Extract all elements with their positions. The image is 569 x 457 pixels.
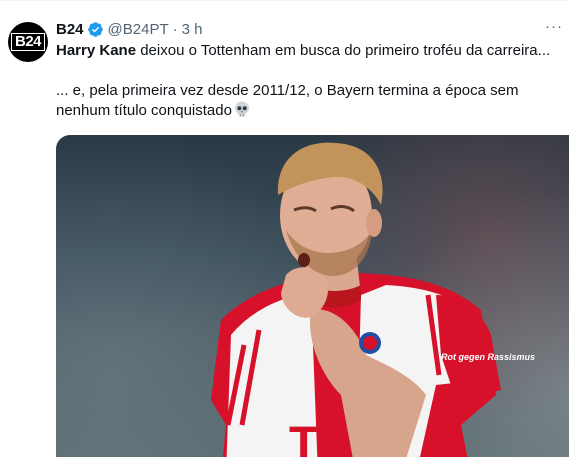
player-illustration: T Rot gegen Rassismus [211, 142, 535, 457]
more-options-icon[interactable]: ··· [545, 18, 563, 35]
tweet-line-1: Harry Kane deixou o Tottenham em busca d… [56, 41, 569, 61]
tweet-timestamp[interactable]: 3 h [182, 21, 203, 38]
sleeve-text: Rot gegen Rassismus [441, 352, 535, 362]
avatar-logo-text: B24 [10, 33, 46, 51]
tweet-line-2: ... e, pela primeira vez desde 2011/12, … [56, 81, 569, 124]
tweet-media-photo[interactable]: T Rot gegen Rassismus [56, 135, 569, 457]
header-separator: · [172, 20, 178, 38]
tweet-line-2-text: ... e, pela primeira vez desde 2011/12, … [56, 82, 519, 119]
verified-badge-icon [87, 21, 104, 38]
author-handle[interactable]: @B24PT [108, 21, 169, 38]
mention-harry-kane: Harry Kane [56, 42, 137, 59]
tweet-header: B24 @B24PT · 3 h ··· [56, 18, 562, 40]
tweet[interactable]: B24 B24 @B24PT · 3 h ··· Harry Kane deix… [0, 0, 569, 457]
avatar[interactable]: B24 [8, 22, 48, 62]
tweet-text: Harry Kane deixou o Tottenham em busca d… [56, 41, 569, 124]
jersey-sponsor-logo: T [289, 418, 318, 457]
tweet-line-1-rest: deixou o Tottenham em busca do primeiro … [136, 42, 551, 59]
author-name[interactable]: B24 [56, 21, 84, 38]
skull-emoji-icon [234, 101, 250, 124]
